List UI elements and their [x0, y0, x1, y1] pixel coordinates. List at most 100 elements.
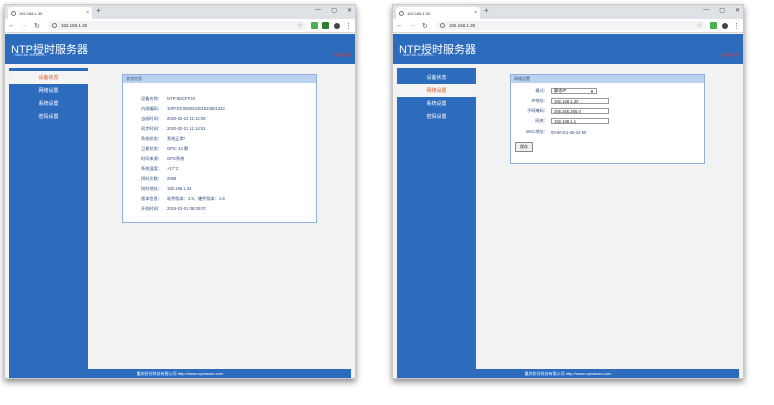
mask-label: 子网掩码：: [527, 108, 548, 113]
info-icon[interactable]: [439, 23, 445, 28]
window-controls: — ▢ ✕: [315, 7, 352, 14]
page-footer: 重庆秒谷科技有限公司 http://www.cqmiaoan.com: [9, 369, 351, 378]
page-header: NTP授时服务器 - MarClub MA-B02G - 设置欢迎您: [5, 34, 355, 64]
info-key: 时间来源：: [141, 155, 162, 161]
sidebar-item-network[interactable]: 网络设置: [9, 84, 88, 97]
close-window-icon[interactable]: ✕: [735, 7, 740, 14]
info-key: 系统温度：: [141, 165, 162, 171]
info-value: 2020-02-21 11:14:01: [167, 126, 206, 131]
maximize-icon[interactable]: ▢: [331, 7, 337, 14]
info-row: 同步时间： 2020-02-21 11:14:01: [123, 125, 206, 132]
info-icon[interactable]: [51, 23, 57, 28]
page-header: NTP授时服务器 - MarClub MA-B02G - 设置欢迎您: [393, 34, 743, 64]
info-row: 当前时间： 2020-02-21 11:14:08: [123, 115, 206, 122]
info-value: 系统正常！: [167, 135, 188, 141]
gateway-label: 网关：: [535, 118, 548, 123]
panel-title: 状态信息: [123, 75, 316, 83]
info-row: 时间来源： GPS系统: [123, 155, 184, 162]
info-key: 设备名称：: [141, 95, 162, 101]
browser-tab[interactable]: 192.168.1.30 ×: [8, 7, 92, 19]
info-value: +17°C: [167, 166, 179, 171]
extension-icon[interactable]: [322, 22, 329, 29]
subnet-mask-input[interactable]: 255.255.255.0: [551, 108, 609, 114]
more-menu-icon[interactable]: ⋮: [733, 22, 740, 30]
sidebar-item-network[interactable]: 网络设置: [397, 84, 476, 97]
forward-icon[interactable]: →: [409, 22, 416, 29]
info-row: 版本信息： 软件版本：2.9，硬件版本：1.8: [123, 195, 225, 202]
ip-row: IP地址： 192.168.1.30: [511, 97, 609, 105]
sidebar-item-status[interactable]: 设备状态: [9, 71, 88, 84]
close-tab-icon[interactable]: ×: [86, 10, 89, 16]
network-panel: 网络设置 模式： 静态IP ▼ IP地址： 192.168.1.30 子网掩码：…: [510, 74, 705, 164]
more-menu-icon[interactable]: ⋮: [345, 22, 352, 30]
info-row: 开机时间： 2019-01-01 08:00:07: [123, 205, 206, 212]
mac-row: MAC地址： 00-80-E1-35-34-50: [511, 128, 586, 136]
extension-icon[interactable]: [710, 22, 717, 29]
back-icon[interactable]: ←: [8, 22, 15, 29]
info-row: 设备名称： NTP-5DCFF33: [123, 95, 195, 102]
sidebar-item-system[interactable]: 系统设置: [9, 97, 88, 110]
info-value: 2020-02-21 11:14:08: [167, 116, 206, 121]
info-key: 开机时间：: [141, 205, 162, 211]
mode-label: 模式：: [535, 88, 548, 93]
sidebar-item-system[interactable]: 系统设置: [397, 97, 476, 110]
new-tab-button[interactable]: +: [484, 6, 489, 15]
account-icon[interactable]: [722, 22, 728, 29]
page-footer: 重庆秒谷科技有限公司 http://www.cqmiaoan.com: [397, 369, 739, 378]
url-field[interactable]: 192.168.1.30 ☆: [47, 21, 307, 30]
minimize-icon[interactable]: —: [703, 7, 709, 14]
info-key: 当前时间：: [141, 115, 162, 121]
star-icon[interactable]: ☆: [298, 22, 303, 29]
mac-label: MAC地址：: [526, 129, 548, 134]
sidebar-item-password[interactable]: 密码设置: [397, 110, 476, 123]
forward-icon[interactable]: →: [21, 22, 28, 29]
info-key: 授时地址：: [141, 185, 162, 191]
info-value: NTP-5DCFF33: [167, 96, 195, 101]
gateway-input[interactable]: 192.168.1.1: [551, 118, 609, 124]
mac-value: 00-80-E1-35-34-50: [551, 129, 587, 135]
info-row: 系统温度： +17°C: [123, 165, 179, 172]
tab-strip: 192.168.1.30 × + — ▢ ✕: [393, 5, 743, 19]
save-button[interactable]: 保存: [515, 142, 533, 152]
globe-icon: [11, 10, 16, 16]
window-controls: — ▢ ✕: [703, 7, 740, 14]
sidebar-item-password[interactable]: 密码设置: [9, 110, 88, 123]
close-window-icon[interactable]: ✕: [347, 7, 352, 14]
globe-icon: [399, 10, 404, 16]
ip-label: IP地址：: [531, 98, 548, 103]
back-icon[interactable]: ←: [396, 22, 403, 29]
gateway-row: 网关： 192.168.1.1: [511, 117, 609, 125]
info-row: 卫星状态： GPS: 34 颗: [123, 145, 188, 152]
header-right-text: 设置欢迎您: [721, 53, 740, 57]
close-tab-icon[interactable]: ×: [474, 10, 477, 16]
reload-icon[interactable]: ↻: [422, 22, 428, 30]
mask-row: 子网掩码： 255.255.255.0: [511, 107, 609, 115]
url-field[interactable]: 192.168.1.30 ☆: [435, 21, 706, 30]
address-bar: ← → ↻ 192.168.1.30 ☆ ⋮: [393, 19, 743, 33]
info-value: GPS系统: [167, 155, 185, 161]
reload-icon[interactable]: ↻: [34, 22, 40, 30]
account-icon[interactable]: [334, 22, 340, 29]
url-text: 192.168.1.30: [60, 23, 88, 28]
new-tab-button[interactable]: +: [96, 6, 101, 15]
maximize-icon[interactable]: ▢: [719, 7, 725, 14]
info-key: 同步时间：: [141, 125, 162, 131]
ip-address-input[interactable]: 192.168.1.30: [551, 98, 609, 104]
extension-icon[interactable]: [311, 22, 318, 29]
star-icon[interactable]: ☆: [697, 22, 702, 29]
panel-title: 网络设置: [511, 75, 704, 83]
info-row: 内部编码： 10FFDC055052301534501343: [123, 105, 225, 112]
sidebar-menu: 设备状态 网络设置 系统设置 密码设置: [9, 68, 88, 369]
mode-select[interactable]: 静态IP ▼: [551, 88, 597, 94]
sidebar-item-status[interactable]: 设备状态: [397, 71, 476, 84]
browser-window-network: 192.168.1.30 × + — ▢ ✕ ← → ↻ 192.168.1.3…: [392, 4, 744, 379]
mode-value: 静态IP: [554, 88, 567, 93]
tab-strip: 192.168.1.30 × + — ▢ ✕: [5, 5, 355, 19]
info-key: 授时次数：: [141, 175, 162, 181]
minimize-icon[interactable]: —: [315, 7, 321, 14]
sidebar-menu: 设备状态 网络设置 系统设置 密码设置: [397, 68, 476, 369]
app-subtitle: - MarClub MA-B02G -: [401, 53, 435, 57]
browser-tab[interactable]: 192.168.1.30 ×: [396, 7, 480, 19]
info-row: 系统状态： 系统正常！: [123, 135, 188, 142]
web-page: NTP授时服务器 - MarClub MA-B02G - 设置欢迎您 设备状态 …: [393, 34, 743, 378]
